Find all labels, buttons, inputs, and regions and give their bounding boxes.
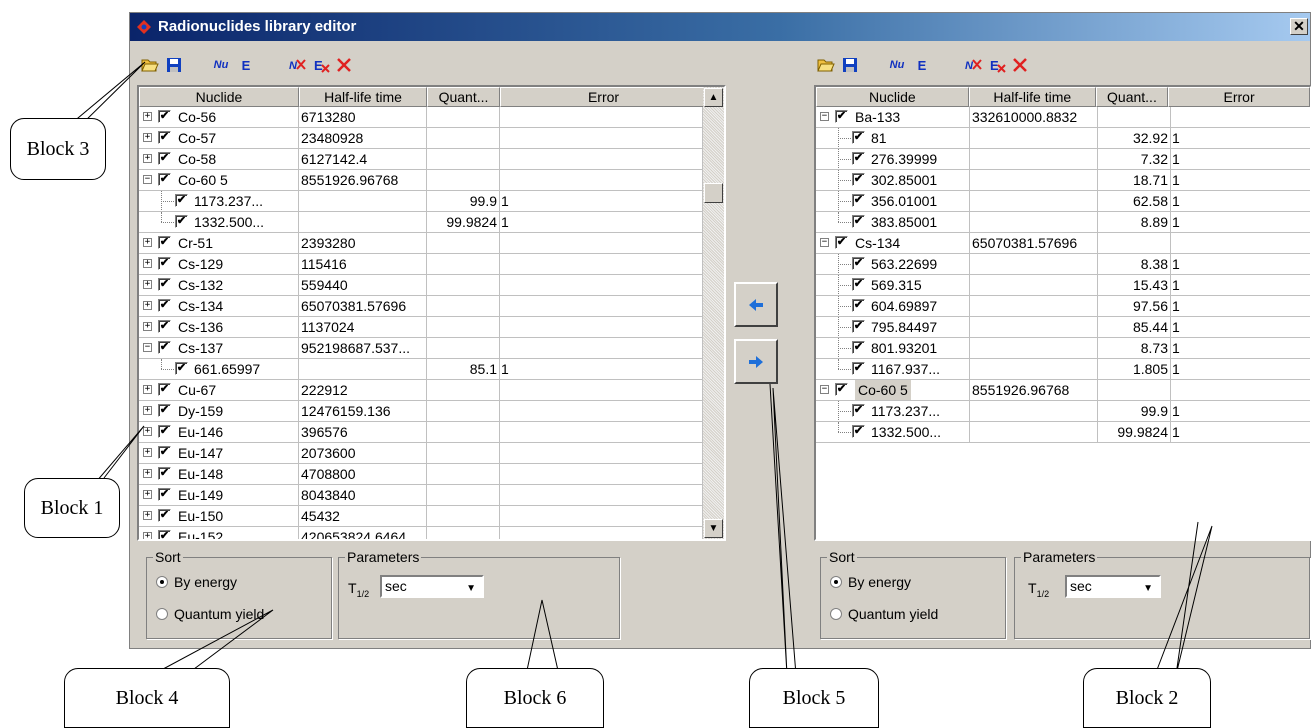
- callout-pointer-block1: [95, 425, 145, 483]
- callout-block2: Block 2: [1083, 668, 1211, 728]
- callout-pointer-block2: [1154, 521, 1213, 676]
- callout-block4: Block 4: [64, 668, 230, 728]
- callout-block3: Block 3: [10, 118, 106, 180]
- callout-block5: Block 5: [749, 668, 879, 728]
- callout-block1: Block 1: [24, 478, 120, 538]
- callout-pointer-block6: [525, 599, 560, 676]
- callout-pointer-block5: [769, 383, 797, 676]
- annotation-lines: [65, 61, 1213, 676]
- screenshot: Radionuclides library editor ✕ Nu E N E …: [0, 0, 1311, 728]
- callout-block6: Block 6: [466, 668, 604, 728]
- callout-pointer-block4: [151, 609, 274, 676]
